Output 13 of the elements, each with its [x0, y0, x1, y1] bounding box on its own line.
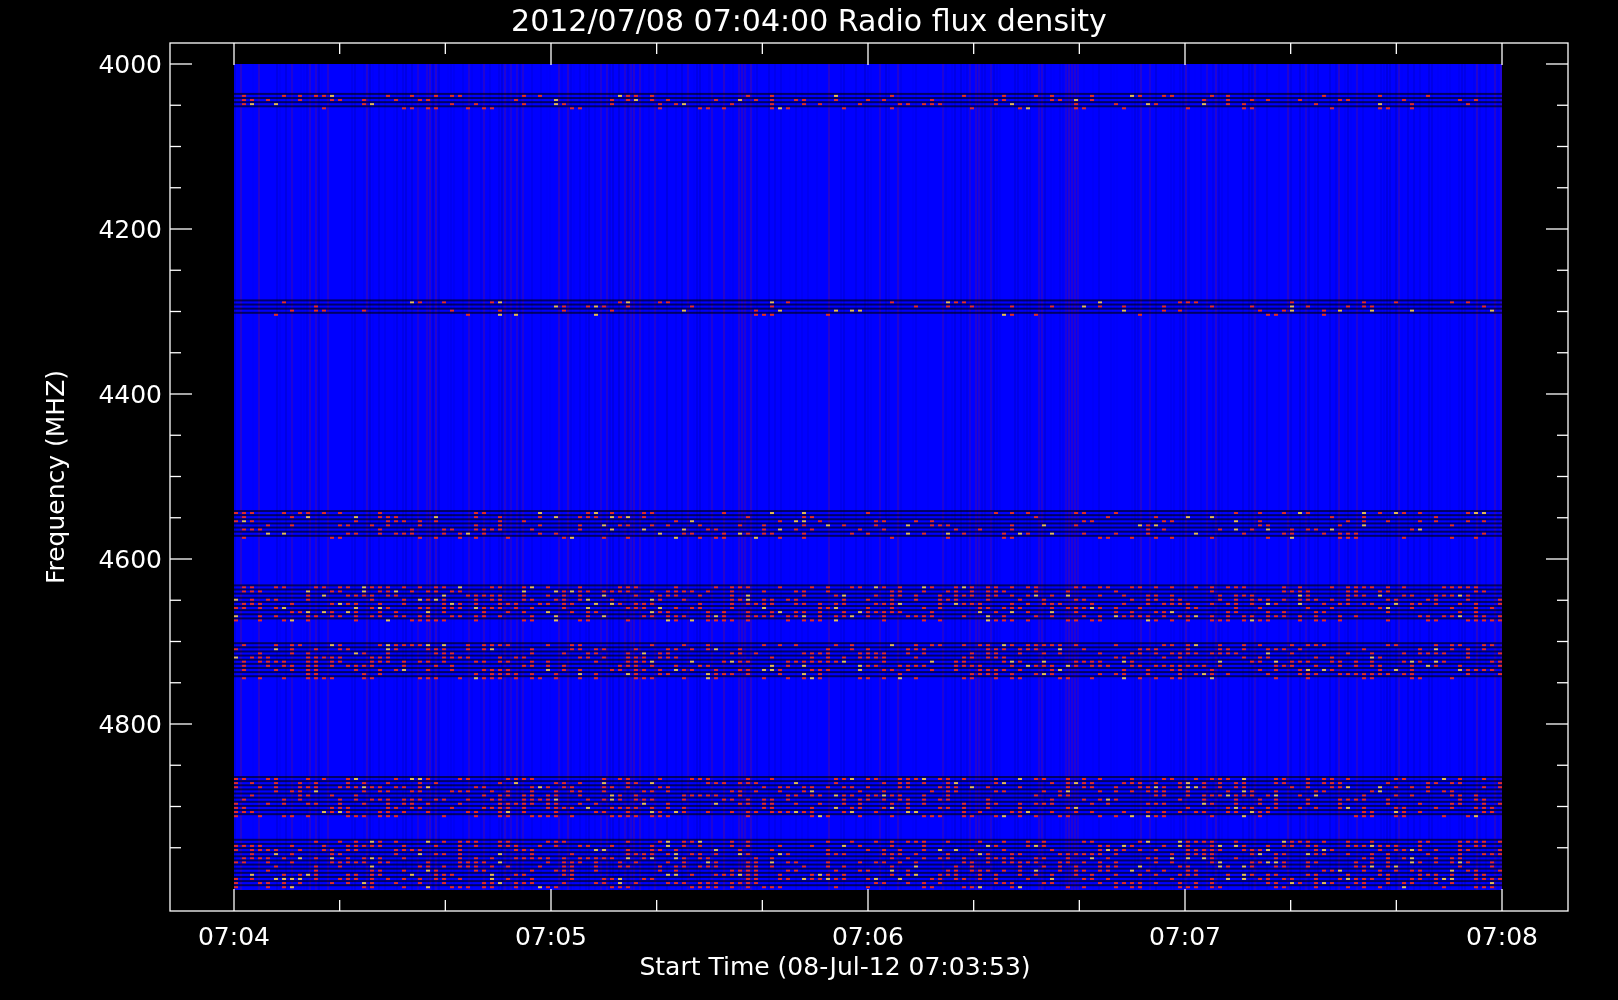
y-tick-label: 4400	[98, 380, 162, 409]
y-tick-label: 4800	[98, 710, 162, 739]
x-tick-label: 07:05	[515, 922, 587, 951]
plot-title: 2012/07/08 07:04:00 Radio flux density	[511, 3, 1107, 38]
axis-title: Start Time (08-Jul-12 07:03:53)	[639, 952, 1031, 981]
y-tick-label: 4200	[98, 215, 162, 244]
y-tick-label: 4600	[98, 545, 162, 574]
axis-title: Frequency (MHZ)	[41, 369, 70, 585]
x-tick-label: 07:06	[832, 922, 904, 951]
x-tick-label: 07:04	[198, 922, 270, 951]
y-tick-label: 4000	[98, 50, 162, 79]
x-tick-label: 07:08	[1466, 922, 1538, 951]
x-tick-label: 07:07	[1149, 922, 1221, 951]
